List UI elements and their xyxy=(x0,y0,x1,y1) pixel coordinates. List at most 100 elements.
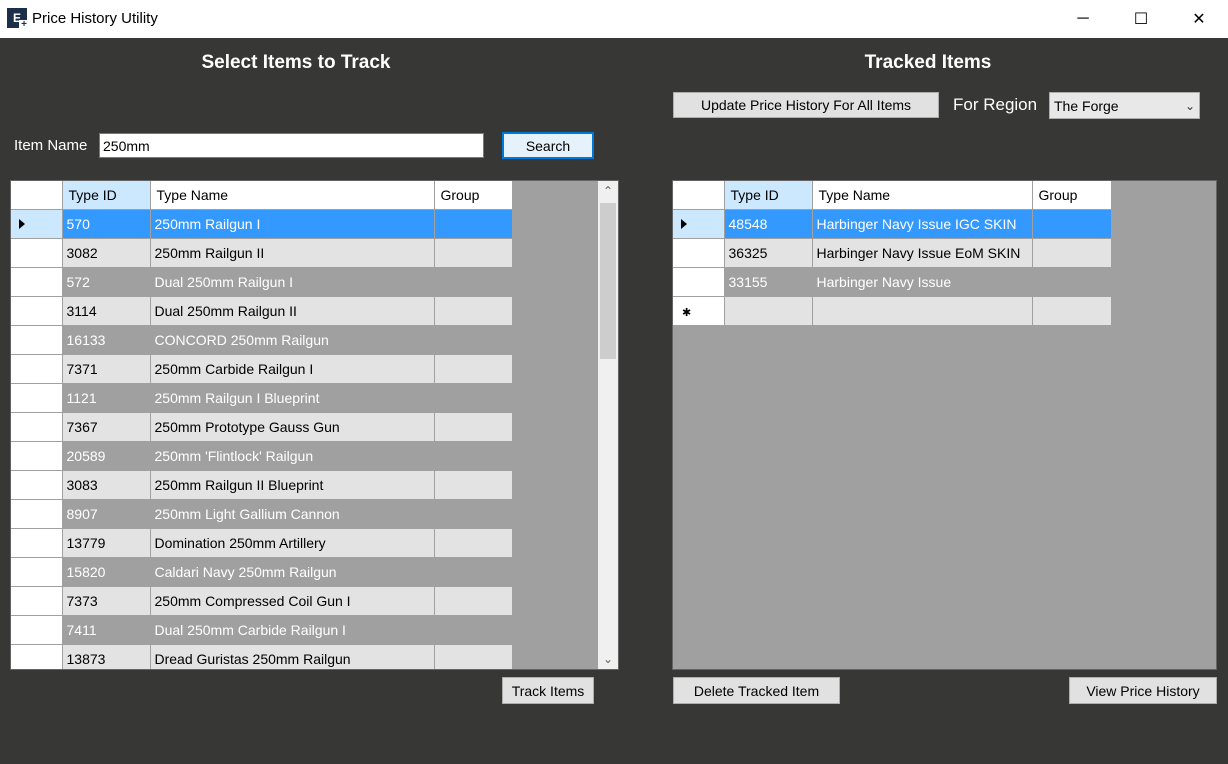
row-header[interactable] xyxy=(11,383,63,413)
table-row[interactable]: 36325 Harbinger Navy Issue EoM SKIN xyxy=(673,238,1112,268)
group-cell[interactable] xyxy=(434,267,513,297)
table-row[interactable]: 7411 Dual 250mm Carbide Railgun I xyxy=(11,615,513,645)
row-header[interactable] xyxy=(11,528,63,558)
table-row[interactable]: 33155 Harbinger Navy Issue xyxy=(673,267,1112,297)
row-header[interactable] xyxy=(11,267,63,297)
type-name-cell[interactable]: 250mm Railgun II Blueprint xyxy=(150,470,435,500)
type-id-cell[interactable]: 8907 xyxy=(62,499,151,529)
table-row[interactable]: 15820 Caldari Navy 250mm Railgun xyxy=(11,557,513,587)
type-name-cell[interactable]: Harbinger Navy Issue EoM SKIN xyxy=(812,238,1033,268)
group-cell[interactable] xyxy=(434,557,513,587)
table-row[interactable]: 3082 250mm Railgun II xyxy=(11,238,513,268)
group-cell[interactable] xyxy=(434,615,513,645)
type-name-cell[interactable]: Harbinger Navy Issue IGC SKIN xyxy=(812,209,1033,239)
type-id-cell[interactable]: 3114 xyxy=(62,296,151,326)
type-name-cell[interactable]: Dual 250mm Railgun II xyxy=(150,296,435,326)
row-header[interactable] xyxy=(11,412,63,442)
minimize-button[interactable]: ─ xyxy=(1054,0,1112,38)
row-header[interactable] xyxy=(11,644,63,669)
row-header[interactable] xyxy=(11,470,63,500)
track-items-button[interactable]: Track Items xyxy=(502,677,594,704)
column-header-group[interactable]: Group xyxy=(434,181,513,210)
row-header[interactable] xyxy=(11,441,63,471)
group-cell[interactable] xyxy=(434,238,513,268)
group-cell[interactable] xyxy=(434,499,513,529)
type-id-cell[interactable]: 7371 xyxy=(62,354,151,384)
type-id-cell[interactable]: 570 xyxy=(62,209,151,239)
type-name-cell[interactable]: CONCORD 250mm Railgun xyxy=(150,325,435,355)
type-id-cell[interactable]: 3083 xyxy=(62,470,151,500)
row-header[interactable] xyxy=(673,267,725,297)
type-name-cell[interactable]: 250mm 'Flintlock' Railgun xyxy=(150,441,435,471)
group-cell[interactable] xyxy=(434,644,513,669)
column-header-type-id[interactable]: Type ID xyxy=(724,181,813,210)
row-header[interactable] xyxy=(11,499,63,529)
table-row[interactable]: 572 Dual 250mm Railgun I xyxy=(11,267,513,297)
row-header[interactable]: ✱ xyxy=(673,296,725,326)
row-header[interactable] xyxy=(11,325,63,355)
close-button[interactable]: ✕ xyxy=(1170,0,1228,38)
type-name-cell[interactable]: 250mm Railgun II xyxy=(150,238,435,268)
region-select[interactable]: The Forge ⌄ xyxy=(1049,92,1200,119)
row-header[interactable] xyxy=(11,557,63,587)
type-name-cell[interactable]: 250mm Light Gallium Cannon xyxy=(150,499,435,529)
table-row[interactable]: 1121 250mm Railgun I Blueprint xyxy=(11,383,513,413)
type-name-cell[interactable]: Dual 250mm Carbide Railgun I xyxy=(150,615,435,645)
type-id-cell[interactable]: 48548 xyxy=(724,209,813,239)
type-name-cell[interactable]: Dual 250mm Railgun I xyxy=(150,267,435,297)
type-name-cell[interactable]: Domination 250mm Artillery xyxy=(150,528,435,558)
empty-cell[interactable] xyxy=(1032,296,1112,326)
type-id-cell[interactable]: 3082 xyxy=(62,238,151,268)
table-row[interactable]: 7373 250mm Compressed Coil Gun I xyxy=(11,586,513,616)
group-cell[interactable] xyxy=(434,325,513,355)
type-id-cell[interactable]: 36325 xyxy=(724,238,813,268)
group-cell[interactable] xyxy=(434,528,513,558)
group-cell[interactable] xyxy=(434,354,513,384)
table-row[interactable]: 13873 Dread Guristas 250mm Railgun xyxy=(11,644,513,669)
search-button[interactable]: Search xyxy=(502,132,594,159)
group-cell[interactable] xyxy=(434,209,513,239)
table-row[interactable]: 3114 Dual 250mm Railgun II xyxy=(11,296,513,326)
table-row[interactable]: 20589 250mm 'Flintlock' Railgun xyxy=(11,441,513,471)
group-cell[interactable] xyxy=(434,296,513,326)
item-name-input[interactable]: 250mm xyxy=(99,133,484,158)
update-price-history-button[interactable]: Update Price History For All Items xyxy=(673,92,939,118)
row-header[interactable] xyxy=(11,209,63,239)
group-cell[interactable] xyxy=(434,470,513,500)
column-header-type-name[interactable]: Type Name xyxy=(150,181,435,210)
type-name-cell[interactable]: 250mm Railgun I Blueprint xyxy=(150,383,435,413)
vertical-scrollbar[interactable]: ⌃ ⌄ xyxy=(598,181,618,669)
row-header[interactable] xyxy=(11,296,63,326)
type-name-cell[interactable]: 250mm Prototype Gauss Gun xyxy=(150,412,435,442)
type-id-cell[interactable]: 16133 xyxy=(62,325,151,355)
scroll-thumb[interactable] xyxy=(600,203,616,359)
delete-tracked-item-button[interactable]: Delete Tracked Item xyxy=(673,677,840,704)
type-id-cell[interactable]: 33155 xyxy=(724,267,813,297)
column-header-group[interactable]: Group xyxy=(1032,181,1112,210)
group-cell[interactable] xyxy=(434,412,513,442)
table-row[interactable]: 7367 250mm Prototype Gauss Gun xyxy=(11,412,513,442)
type-id-cell[interactable]: 572 xyxy=(62,267,151,297)
type-id-cell[interactable]: 20589 xyxy=(62,441,151,471)
group-cell[interactable] xyxy=(434,383,513,413)
row-header[interactable] xyxy=(11,586,63,616)
type-name-cell[interactable]: 250mm Compressed Coil Gun I xyxy=(150,586,435,616)
column-header-type-id[interactable]: Type ID xyxy=(62,181,151,210)
row-header[interactable] xyxy=(673,209,725,239)
scroll-down-icon[interactable]: ⌄ xyxy=(598,649,618,669)
table-row[interactable]: 48548 Harbinger Navy Issue IGC SKIN xyxy=(673,209,1112,239)
row-header[interactable] xyxy=(673,238,725,268)
table-row[interactable]: 570 250mm Railgun I xyxy=(11,209,513,239)
group-cell[interactable] xyxy=(1032,209,1112,239)
group-cell[interactable] xyxy=(1032,267,1112,297)
group-cell[interactable] xyxy=(434,586,513,616)
scroll-up-icon[interactable]: ⌃ xyxy=(598,181,618,201)
new-row[interactable]: ✱ xyxy=(673,296,1112,326)
type-name-cell[interactable]: 250mm Railgun I xyxy=(150,209,435,239)
table-row[interactable]: 13779 Domination 250mm Artillery xyxy=(11,528,513,558)
group-cell[interactable] xyxy=(434,441,513,471)
type-name-cell[interactable]: Caldari Navy 250mm Railgun xyxy=(150,557,435,587)
row-header[interactable] xyxy=(11,615,63,645)
type-id-cell[interactable]: 13873 xyxy=(62,644,151,669)
type-id-cell[interactable]: 7367 xyxy=(62,412,151,442)
